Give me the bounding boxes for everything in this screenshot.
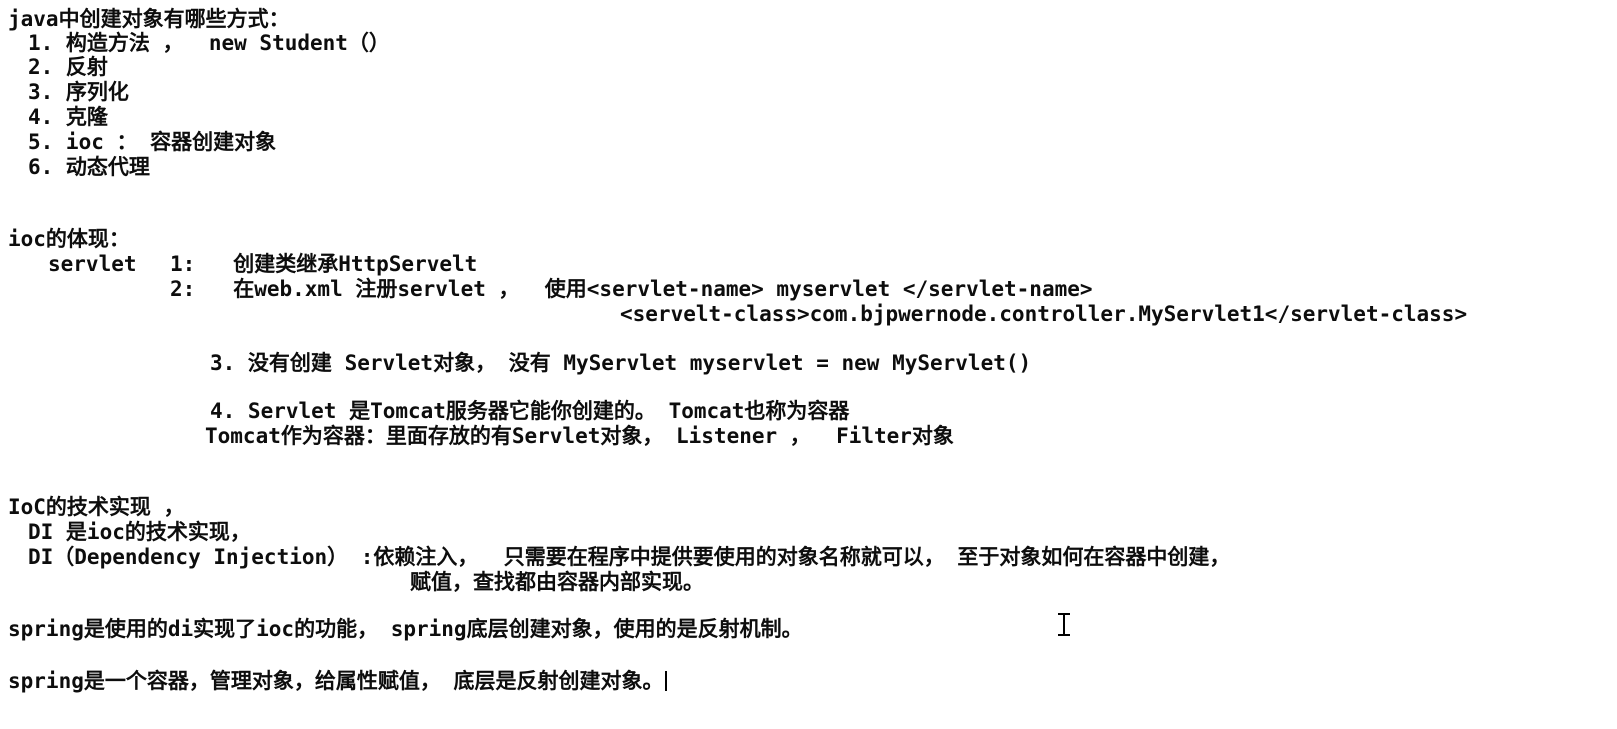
spring-container-summary-text: spring是一个容器，管理对象，给属性赋值， 底层是反射创建对象。 xyxy=(8,669,664,693)
spring-container-summary-line: spring是一个容器，管理对象，给属性赋值， 底层是反射创建对象。 xyxy=(0,668,667,694)
i-beam-cursor xyxy=(1057,612,1071,638)
list-item-serialization: 3. 序列化 xyxy=(28,80,129,104)
heading-object-creation: java中创建对象有哪些方式： xyxy=(8,7,290,31)
note-editor-canvas[interactable]: java中创建对象有哪些方式： 1. 构造方法 ， new Student（） … xyxy=(0,0,1617,729)
i-beam-bottom-bar xyxy=(1058,634,1070,636)
di-definition-line: DI 是ioc的技术实现， xyxy=(28,520,251,544)
spring-di-summary-line: spring是使用的di实现了ioc的功能， spring底层创建对象，使用的是… xyxy=(8,617,803,641)
servlet-step-2-continuation: <servelt-class>com.bjpwernode.controller… xyxy=(620,302,1468,326)
servlet-step-2: 2: 在web.xml 注册servlet ， 使用<servlet-name>… xyxy=(170,277,1093,301)
heading-ioc-technique: IoC的技术实现 ， xyxy=(8,495,185,519)
list-item-constructor: 1. 构造方法 ， new Student（） xyxy=(28,31,390,55)
servlet-step-3: 3. 没有创建 Servlet对象， 没有 MyServlet myservle… xyxy=(210,351,1032,375)
text-caret xyxy=(664,671,667,691)
di-dependency-injection-line: DI（Dependency Injection） :依赖注入， 只需要在程序中提… xyxy=(28,545,1231,569)
list-item-ioc: 5. ioc ： 容器创建对象 xyxy=(28,130,277,154)
i-beam-top-bar xyxy=(1058,613,1070,615)
list-item-reflection: 2. 反射 xyxy=(28,55,108,79)
list-item-dynamic-proxy: 6. 动态代理 xyxy=(28,155,150,179)
servlet-step-4-continuation: Tomcat作为容器：里面存放的有Servlet对象， Listener ， F… xyxy=(205,424,954,448)
servlet-step-1: 1: 创建类继承HttpServelt xyxy=(170,252,478,276)
di-dependency-injection-continuation: 赋值，查找都由容器内部实现。 xyxy=(410,570,704,594)
list-item-clone: 4. 克隆 xyxy=(28,105,108,129)
servlet-step-4: 4. Servlet 是Tomcat服务器它能你创建的。 Tomcat也称为容器 xyxy=(210,399,850,423)
heading-ioc-manifestation: ioc的体现： xyxy=(8,227,130,251)
i-beam-stem xyxy=(1063,614,1065,636)
